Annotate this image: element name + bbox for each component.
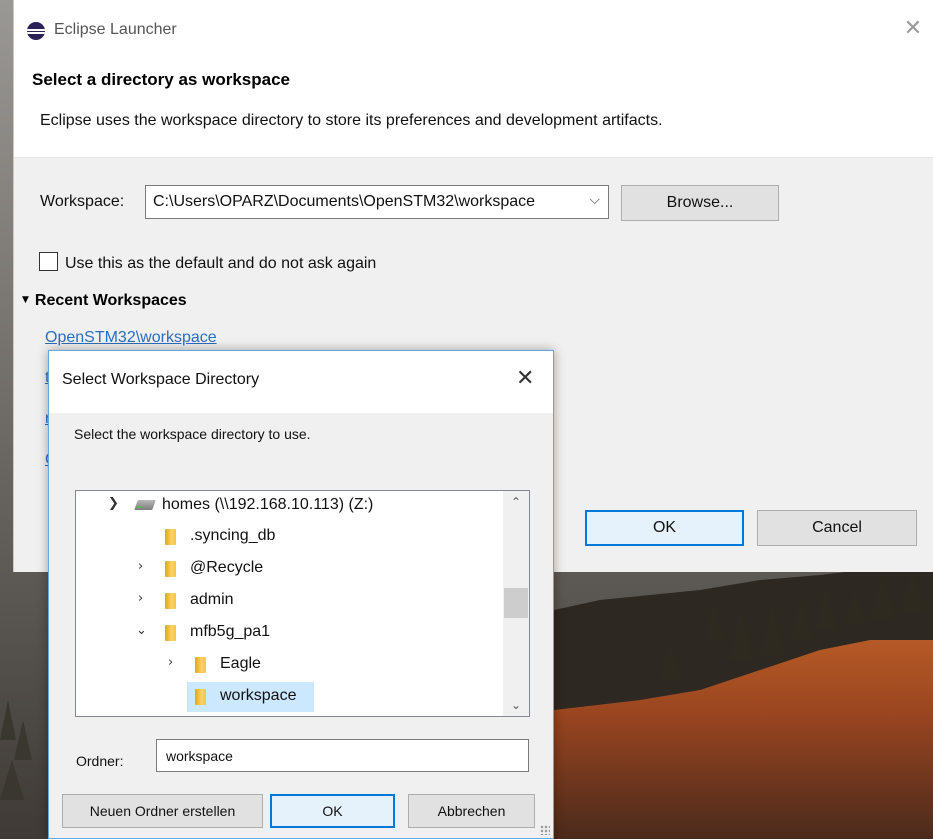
collapse-triangle-icon: ▼ [22,295,29,305]
chevron-down-icon[interactable]: ⌄ [136,623,147,638]
tree-item-mfb5g-pa1[interactable]: ⌄ mfb5g_pa1 [76,618,501,648]
chevron-down-icon[interactable]: ❯ [108,496,119,511]
scroll-thumb[interactable] [504,588,528,618]
tree-item-eagle[interactable]: › Eagle [76,650,501,680]
tree-item-label: admin [190,591,234,608]
tree-item-homes[interactable]: ❯ homes (\\192.168.10.113) (Z:) [76,491,501,521]
network-drive-icon [134,500,156,510]
select-workspace-directory-dialog: Select Workspace Directory ✕ Select the … [48,350,554,839]
launcher-description: Eclipse uses the workspace directory to … [40,112,663,129]
workspace-label: Workspace: [40,193,125,210]
dialog-cancel-button[interactable]: Abbrechen [408,794,535,828]
dialog-close-icon[interactable]: ✕ [516,368,534,390]
scroll-down-icon[interactable]: ⌄ [503,698,529,712]
tree-item-label: mfb5g_pa1 [190,623,271,640]
dialog-description: Select the workspace directory to use. [74,426,311,442]
dialog-title: Select Workspace Directory [62,371,260,388]
scroll-up-icon[interactable]: ⌃ [503,495,529,509]
folder-icon [195,657,206,673]
launcher-cancel-button[interactable]: Cancel [757,510,917,546]
tree-item-admin[interactable]: › admin [76,586,501,616]
chevron-down-icon[interactable]: ⌵ [589,192,600,208]
tree-item-syncing-db[interactable]: .syncing_db [76,522,501,552]
tree-scrollbar[interactable]: ⌃ ⌄ [503,491,529,716]
folder-icon [195,689,206,705]
launcher-title: Eclipse Launcher [54,21,177,38]
tree-item-label: Eagle [220,655,261,672]
tree-item-recycle[interactable]: › @Recycle [76,554,501,584]
chevron-right-icon[interactable]: › [138,559,143,574]
chevron-right-icon[interactable]: › [138,591,143,606]
folder-icon [165,529,176,545]
folder-name-input[interactable] [156,739,529,772]
recent-workspaces-header: Recent Workspaces [34,292,187,309]
new-folder-button[interactable]: Neuen Ordner erstellen [62,794,263,828]
dialog-ok-button[interactable]: OK [270,794,395,828]
workspace-combobox[interactable]: C:\Users\OPARZ\Documents\OpenSTM32\works… [145,185,609,219]
tree-item-label: @Recycle [190,559,264,576]
recent-workspace-link[interactable]: OpenSTM32\workspace [45,329,217,347]
folder-icon [165,593,176,609]
folder-icon [165,561,176,577]
folder-tree[interactable]: ❯ homes (\\192.168.10.113) (Z:) .syncing… [75,490,530,717]
default-checkbox[interactable] [39,252,58,271]
default-checkbox-label[interactable]: Use this as the default and do not ask a… [65,255,376,273]
folder-label: Ordner: [76,753,124,769]
workspace-value: C:\Users\OPARZ\Documents\OpenSTM32\works… [153,193,536,210]
recent-workspaces-toggle[interactable]: ▼ Recent Workspaces [22,292,187,310]
chevron-right-icon[interactable]: › [168,655,173,670]
folder-icon [165,625,176,641]
tree-item-label: workspace [220,687,297,704]
launcher-heading: Select a directory as workspace [32,70,290,89]
browse-button[interactable]: Browse... [621,185,779,221]
launcher-ok-button[interactable]: OK [585,510,744,546]
tree-item-label: .syncing_db [190,527,276,544]
tree-item-workspace[interactable]: workspace [76,682,501,712]
eclipse-logo-icon [27,22,45,40]
launcher-close-icon[interactable]: ✕ [902,18,924,40]
resize-grip-icon[interactable] [540,825,550,835]
tree-item-label: homes (\\192.168.10.113) (Z:) [162,496,374,513]
